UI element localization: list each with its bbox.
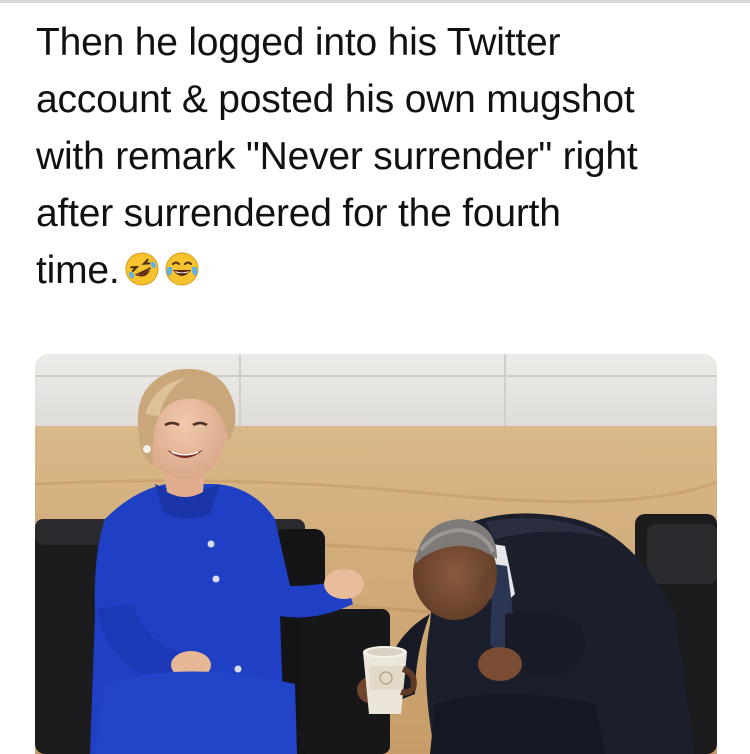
caption-line-5: time. — [36, 242, 736, 303]
tears-of-joy-icon — [164, 246, 200, 303]
top-divider — [0, 0, 750, 3]
wall-background — [35, 354, 717, 434]
caption-line-4: after surrendered for the fourth — [36, 192, 561, 235]
rolling-on-floor-laughing-icon — [124, 246, 160, 303]
meme-caption: Then he logged into his Twitter account … — [36, 14, 736, 303]
caption-line-1: Then he logged into his Twitter — [36, 21, 561, 64]
two-people-laughing-photo — [35, 354, 717, 754]
caption-line-3: with remark "Never surrender" right — [36, 135, 638, 178]
caption-line-2: account & posted his own mugshot — [36, 78, 635, 121]
caption-line-5-text: time. — [36, 249, 120, 292]
